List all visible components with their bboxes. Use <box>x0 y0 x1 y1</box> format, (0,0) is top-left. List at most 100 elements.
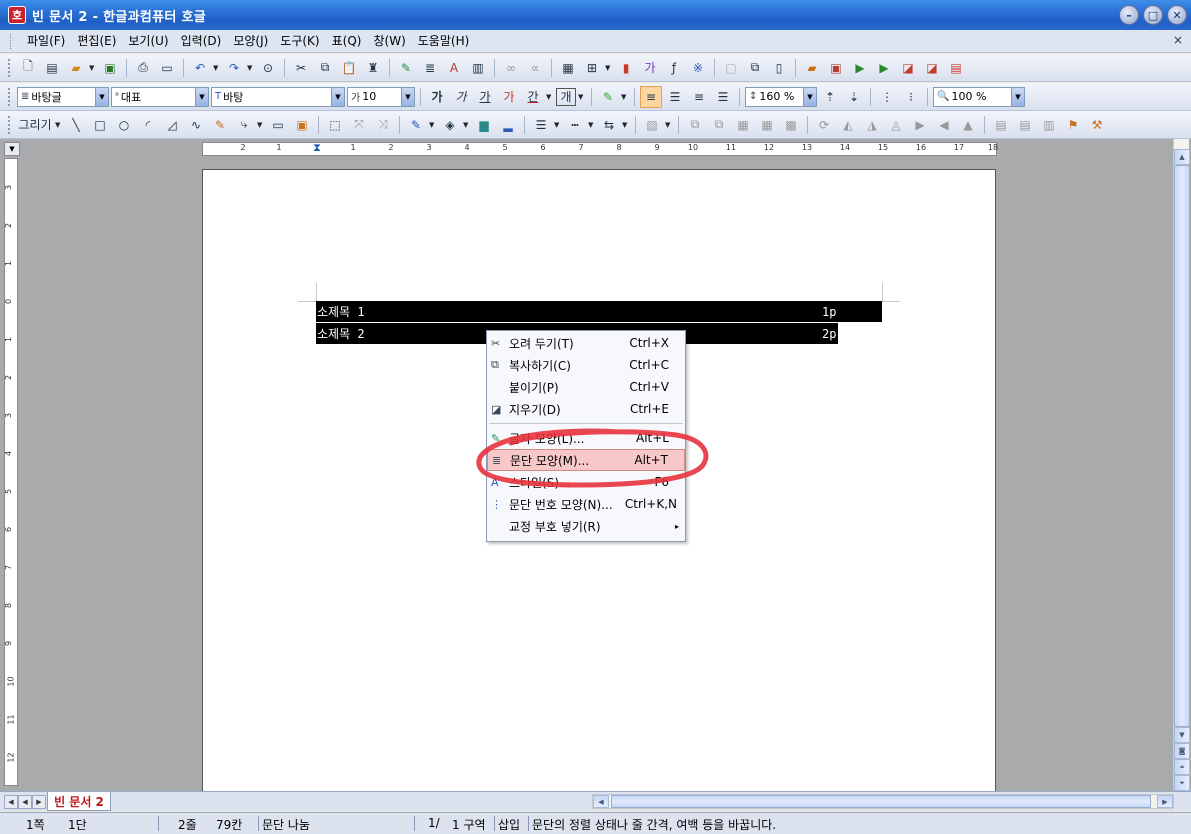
font-combo[interactable]: T 바탕 ▼ <box>211 86 345 107</box>
fill-color-icon[interactable]: ◈ <box>439 114 461 136</box>
arrange-3-icon[interactable]: ▦ <box>732 114 754 136</box>
align-right-icon[interactable]: ☰ <box>712 86 734 108</box>
maximize-icon[interactable]: □ <box>1143 5 1163 25</box>
strike-button[interactable]: 가 <box>498 86 520 108</box>
format-painter-icon[interactable]: ♜ <box>362 57 384 79</box>
italic-button[interactable]: 가 <box>450 86 472 108</box>
decrease-spacing-icon[interactable]: ⇣ <box>843 86 865 108</box>
rotate-icon[interactable]: ⟳ <box>813 114 835 136</box>
menu-item-char-shape[interactable]: ✎ 글자 모양(L)... Alt+L <box>487 427 685 449</box>
hyperlink-icon[interactable]: ∞ <box>500 57 522 79</box>
toc-row-selected[interactable]: 소제목 1 1p <box>316 301 882 322</box>
font-color-button[interactable]: 간 <box>522 86 544 108</box>
send-back-icon[interactable]: ▂ <box>497 114 519 136</box>
align-objects-icon[interactable]: ◀ <box>933 114 955 136</box>
object-props-icon[interactable]: ▤ <box>990 114 1012 136</box>
chevron-down-icon[interactable]: ▼ <box>195 87 208 106</box>
chevron-down-icon[interactable]: ▼ <box>1011 87 1024 106</box>
line-color-dropdown-icon[interactable]: ▼ <box>429 121 437 129</box>
menu-item-copy[interactable]: ⧉ 복사하기(C) Ctrl+C <box>487 354 685 376</box>
column-icon[interactable]: ▥ <box>467 57 489 79</box>
save-icon[interactable]: ▣ <box>99 57 121 79</box>
zoom-combo[interactable]: 🔍 100 % ▼ <box>933 86 1025 107</box>
tab-first-icon[interactable]: ◀ <box>4 795 18 809</box>
tab-prev-icon[interactable]: ◀ <box>18 795 32 809</box>
align-center-icon[interactable]: ≡ <box>688 86 710 108</box>
paste-icon[interactable]: 📋 <box>338 57 360 79</box>
vertical-ruler[interactable]: 3 2 1 0 1 2 3 4 5 6 7 8 9 10 11 12 <box>4 158 18 786</box>
hwp-export-icon[interactable]: ▤ <box>945 57 967 79</box>
vertical-scroll-thumb[interactable] <box>1174 165 1190 727</box>
arrange-5-icon[interactable]: ▩ <box>780 114 802 136</box>
fill-color-dropdown-icon[interactable]: ▼ <box>463 121 471 129</box>
undo-icon[interactable]: ↶ <box>189 57 211 79</box>
table-dropdown-icon[interactable]: ▼ <box>605 64 613 72</box>
shadow-dropdown-icon[interactable]: ▼ <box>665 121 673 129</box>
connector-tool-icon[interactable]: ⤷ <box>233 114 255 136</box>
picture-icon[interactable]: ▦ <box>557 57 579 79</box>
chart-icon[interactable]: ▮ <box>615 57 637 79</box>
border-button[interactable]: 개 <box>556 87 576 106</box>
object-paste-icon[interactable]: ▥ <box>1038 114 1060 136</box>
toolbar-grip[interactable] <box>8 115 11 134</box>
bring-front-icon[interactable]: ▆ <box>473 114 495 136</box>
arc-tool-icon[interactable]: ◜ <box>137 114 159 136</box>
underline-button[interactable]: 가 <box>474 86 496 108</box>
scroll-right-icon[interactable]: ▶ <box>1157 795 1173 808</box>
select-object-icon[interactable]: ⬚ <box>324 114 346 136</box>
align-justify-icon[interactable]: ≡ <box>640 85 662 108</box>
menu-window[interactable]: 창(W) <box>367 31 411 51</box>
vertical-scrollbar[interactable]: ▲ ▼ ◙ ⏶ ⏷ <box>1173 139 1190 791</box>
bookmark-icon[interactable]: ▰ <box>801 57 823 79</box>
print-icon[interactable]: ⎙ <box>132 57 154 79</box>
border-dropdown-icon[interactable]: ▼ <box>578 93 586 101</box>
menu-help[interactable]: 도움말(H) <box>412 31 476 51</box>
font-size-combo[interactable]: 가 10 ▼ <box>347 86 415 107</box>
menu-item-paragraph-shape[interactable]: ≣ 문단 모양(M)... Alt+T <box>487 449 685 471</box>
menu-item-numbering[interactable]: ⋮ 문단 번호 모양(N)... Ctrl+K,N <box>487 493 685 515</box>
macro-2-icon[interactable]: ▶ <box>873 57 895 79</box>
toolbar-grip[interactable] <box>8 58 11 77</box>
minimize-icon[interactable]: – <box>1119 5 1139 25</box>
draw-dropdown-icon[interactable]: ▼ <box>55 121 63 129</box>
new-document-icon[interactable]: 🗋 <box>17 57 39 79</box>
memo-icon[interactable]: ▢ <box>720 57 742 79</box>
cut-icon[interactable]: ✂ <box>290 57 312 79</box>
horizontal-scrollbar[interactable]: ◀ ▶ <box>592 794 1174 809</box>
object-copy-icon[interactable]: ▤ <box>1014 114 1036 136</box>
line-color-icon[interactable]: ✎ <box>405 114 427 136</box>
print-preview-icon[interactable]: ▭ <box>156 57 178 79</box>
rotate-right-icon[interactable]: ◮ <box>861 114 883 136</box>
menu-tools[interactable]: 도구(K) <box>274 31 325 51</box>
increase-spacing-icon[interactable]: ⇡ <box>819 86 841 108</box>
menu-file[interactable]: 파일(F) <box>21 31 71 51</box>
shadow-icon[interactable]: ▨ <box>641 114 663 136</box>
menu-item-proof-mark[interactable]: 교정 부호 넣기(R) ▸ <box>487 515 685 537</box>
picture-frame-icon[interactable]: ▣ <box>291 114 313 136</box>
draw-menu-button[interactable]: 그리기 <box>17 114 53 136</box>
macro-record-1-icon[interactable]: ◪ <box>897 57 919 79</box>
macro-record-2-icon[interactable]: ◪ <box>921 57 943 79</box>
align-left-icon[interactable]: ☰ <box>664 86 686 108</box>
textbox-tool-icon[interactable]: ▭ <box>267 114 289 136</box>
flip-h-icon[interactable]: ◬ <box>885 114 907 136</box>
group-icon[interactable]: ⤧ <box>348 114 370 136</box>
toolbar-grip[interactable] <box>8 87 11 106</box>
highlighter-icon[interactable]: ✎ <box>597 86 619 108</box>
pencil-tool-icon[interactable]: ✎ <box>209 114 231 136</box>
redo-dropdown-icon[interactable]: ▼ <box>247 64 255 72</box>
line-spacing-combo[interactable]: ↕ 160 % ▼ <box>745 86 817 107</box>
menu-view[interactable]: 보기(U) <box>122 31 174 51</box>
style-icon[interactable]: A <box>443 57 465 79</box>
undo-dropdown-icon[interactable]: ▼ <box>213 64 221 72</box>
font-art-icon[interactable]: 가 <box>639 57 661 79</box>
rectangle-tool-icon[interactable]: □ <box>89 114 111 136</box>
object-format-icon[interactable]: ⚑ <box>1062 114 1084 136</box>
object-more-icon[interactable]: ⚒ <box>1086 114 1108 136</box>
menu-insert[interactable]: 입력(D) <box>175 31 228 51</box>
symbol-icon[interactable]: ※ <box>687 57 709 79</box>
menu-item-paste[interactable]: 붙이기(P) Ctrl+V <box>487 376 685 398</box>
arrange-1-icon[interactable]: ⧉ <box>684 114 706 136</box>
menu-item-style[interactable]: A 스타일(S)... F6 <box>487 471 685 493</box>
open-dropdown-icon[interactable]: ▼ <box>89 64 97 72</box>
